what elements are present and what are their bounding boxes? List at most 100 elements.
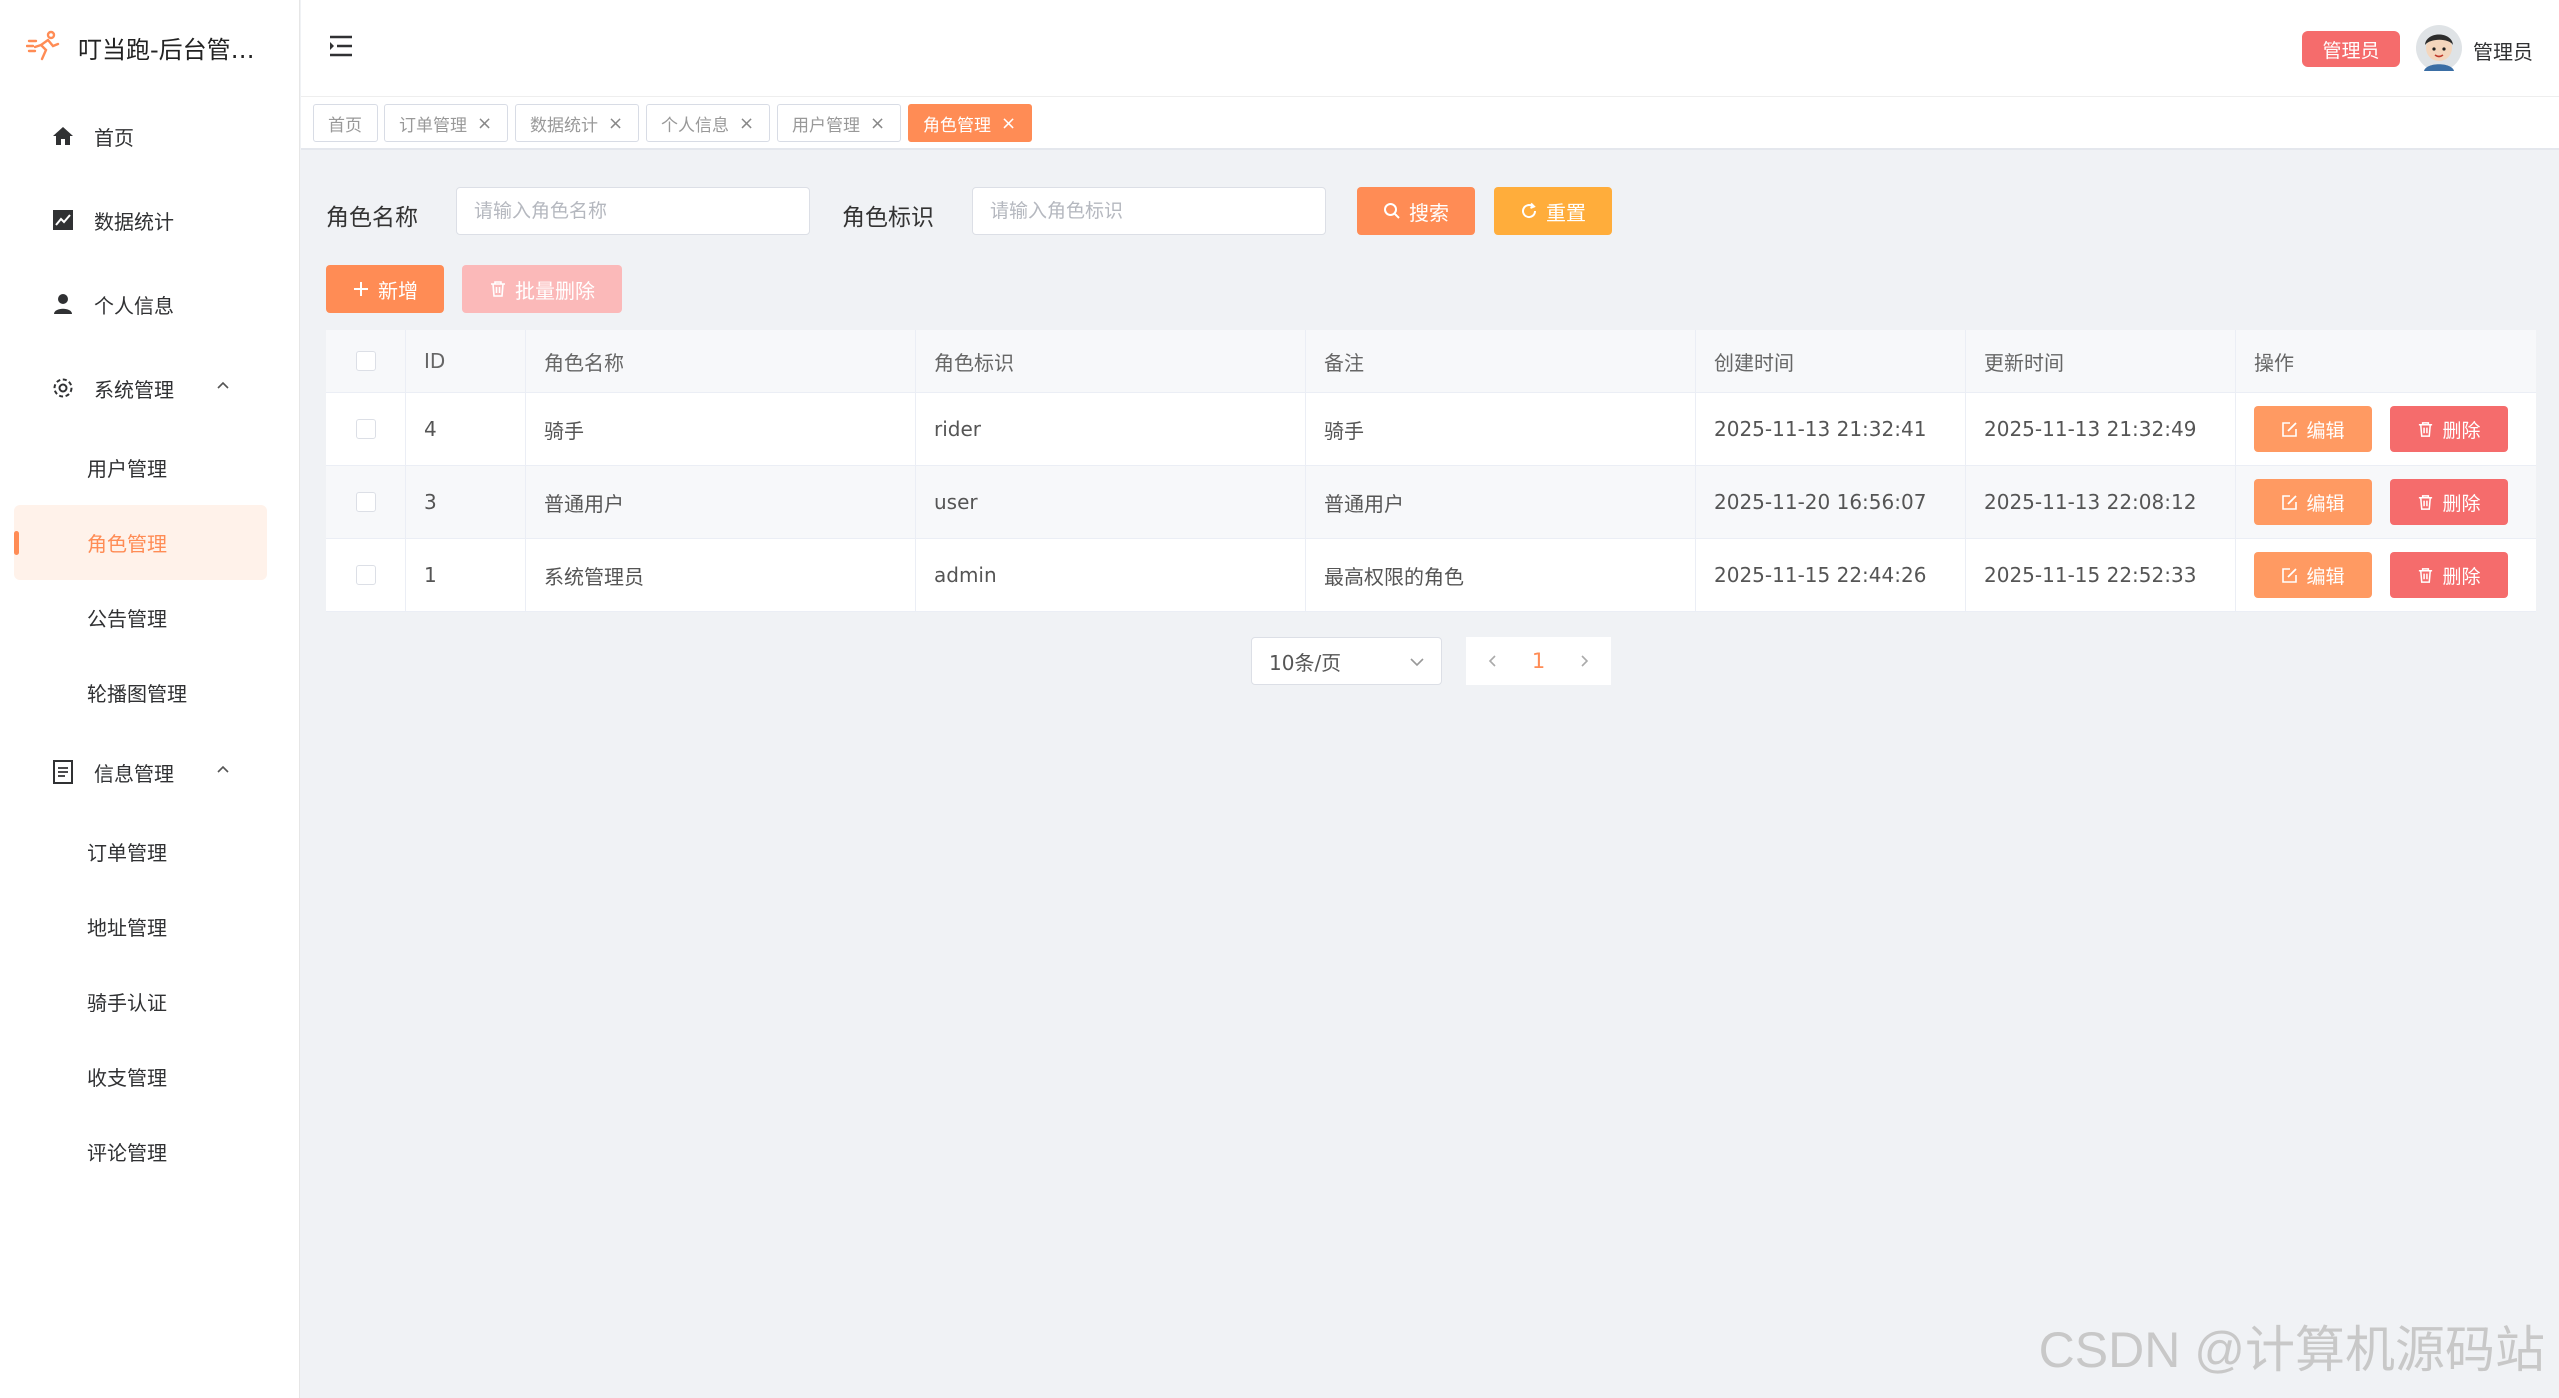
chevron-left-icon[interactable] <box>1486 654 1500 668</box>
close-icon[interactable]: × <box>739 113 754 134</box>
cell-role-name: 系统管理员 <box>526 539 916 611</box>
delete-button[interactable]: 删除 <box>2390 406 2508 452</box>
sidebar-item-label: 首页 <box>94 125 134 150</box>
cell-id: 3 <box>406 466 526 538</box>
user-name[interactable]: 管理员 <box>2473 36 2533 65</box>
sidebar-item-label: 轮播图管理 <box>87 682 187 706</box>
sidebar-item-home[interactable]: 首页 <box>0 94 299 178</box>
tab-label: 个人信息 <box>661 115 729 136</box>
reset-button[interactable]: 重置 <box>1494 187 1612 235</box>
edit-icon <box>2282 494 2298 510</box>
edit-button[interactable]: 编辑 <box>2254 552 2372 598</box>
app-title: 叮当跑-后台管… <box>78 35 255 64</box>
role-name-input[interactable] <box>456 187 810 235</box>
sidebar-item-profile[interactable]: 个人信息 <box>0 262 299 346</box>
tab-stats[interactable]: 数据统计 × <box>515 104 639 142</box>
cell-role-name: 普通用户 <box>526 466 916 538</box>
close-icon[interactable]: × <box>608 113 623 134</box>
select-all-checkbox[interactable] <box>355 351 376 371</box>
cell-remark: 骑手 <box>1306 393 1696 465</box>
tab-users[interactable]: 用户管理 × <box>777 104 901 142</box>
edit-button[interactable]: 编辑 <box>2254 406 2372 452</box>
sidebar-item-notices[interactable]: 公告管理 <box>0 580 299 655</box>
tab-profile[interactable]: 个人信息 × <box>646 104 770 142</box>
table-row: 3 普通用户 user 普通用户 2025-11-20 16:56:07 202… <box>326 466 2536 539</box>
sidebar-item-label: 信息管理 <box>94 761 174 786</box>
row-checkbox[interactable] <box>355 419 376 439</box>
role-name-label: 角色名称 <box>326 205 418 231</box>
delete-button[interactable]: 删除 <box>2390 552 2508 598</box>
top-header <box>301 0 2559 96</box>
row-checkbox[interactable] <box>355 565 376 585</box>
sidebar: 叮当跑-后台管… 首页 数据统计 个人信息 系统管理 用户管理 角色管理 公告管… <box>0 0 300 1398</box>
avatar[interactable] <box>2416 25 2462 71</box>
select-all-cell <box>326 330 406 392</box>
role-badge: 管理员 <box>2302 31 2400 67</box>
delete-button-label: 删除 <box>2442 492 2481 515</box>
cell-id: 4 <box>406 393 526 465</box>
close-icon[interactable]: × <box>477 113 492 134</box>
sidebar-item-orders[interactable]: 订单管理 <box>0 814 299 889</box>
add-button[interactable]: 新增 <box>326 265 444 313</box>
page-size-select[interactable]: 10条/页 <box>1251 637 1442 685</box>
tab-label: 订单管理 <box>399 115 467 136</box>
roles-table: ID 角色名称 角色标识 备注 创建时间 更新时间 操作 4 骑手 rider … <box>326 330 2536 612</box>
cell-role-code: rider <box>916 393 1306 465</box>
cell-updated: 2025-11-15 22:52:33 <box>1966 539 2236 611</box>
tab-roles[interactable]: 角色管理 × <box>908 104 1032 142</box>
chart-icon <box>50 207 76 233</box>
page-size-value: 10条/页 <box>1269 650 1342 675</box>
add-button-label: 新增 <box>378 278 418 303</box>
edit-icon <box>2282 421 2298 437</box>
chevron-right-icon[interactable] <box>1577 654 1591 668</box>
cell-created: 2025-11-20 16:56:07 <box>1696 466 1966 538</box>
column-header: 更新时间 <box>1966 330 2236 392</box>
delete-button[interactable]: 删除 <box>2390 479 2508 525</box>
sidebar-item-rider-auth[interactable]: 骑手认证 <box>0 964 299 1039</box>
row-checkbox[interactable] <box>355 492 376 512</box>
side-menu: 首页 数据统计 个人信息 系统管理 用户管理 角色管理 公告管理 轮播图管理 信… <box>0 94 299 1189</box>
close-icon[interactable]: × <box>1001 113 1016 134</box>
sidebar-item-label: 订单管理 <box>87 841 167 865</box>
edit-button-label: 编辑 <box>2306 492 2345 515</box>
chevron-up-icon <box>217 381 229 389</box>
sidebar-item-users[interactable]: 用户管理 <box>0 430 299 505</box>
cell-updated: 2025-11-13 21:32:49 <box>1966 393 2236 465</box>
brand: 叮当跑-后台管… <box>0 0 299 94</box>
role-code-input[interactable] <box>972 187 1326 235</box>
edit-icon <box>2282 567 2298 583</box>
tab-home[interactable]: 首页 <box>313 104 378 142</box>
chevron-up-icon <box>217 765 229 773</box>
home-icon <box>50 123 76 149</box>
column-header: 备注 <box>1306 330 1696 392</box>
tab-orders[interactable]: 订单管理 × <box>384 104 508 142</box>
sidebar-item-label: 公告管理 <box>87 607 167 631</box>
menu-fold-icon[interactable] <box>328 34 354 58</box>
reset-button-label: 重置 <box>1546 200 1586 225</box>
cell-role-code: user <box>916 466 1306 538</box>
plus-icon <box>354 282 368 296</box>
cell-actions: 编辑 删除 <box>2236 539 2536 611</box>
trash-icon <box>2419 567 2433 583</box>
sidebar-item-label: 骑手认证 <box>87 991 167 1015</box>
sidebar-item-stats[interactable]: 数据统计 <box>0 178 299 262</box>
sidebar-item-label: 评论管理 <box>87 1141 167 1165</box>
sidebar-item-carousel[interactable]: 轮播图管理 <box>0 655 299 730</box>
cell-actions: 编辑 删除 <box>2236 393 2536 465</box>
document-icon <box>50 759 76 785</box>
sidebar-item-info[interactable]: 信息管理 <box>0 730 299 814</box>
sidebar-item-finance[interactable]: 收支管理 <box>0 1039 299 1114</box>
search-button[interactable]: 搜索 <box>1357 187 1475 235</box>
page-number-current[interactable]: 1 <box>1532 649 1545 673</box>
cell-updated: 2025-11-13 22:08:12 <box>1966 466 2236 538</box>
sidebar-item-address[interactable]: 地址管理 <box>0 889 299 964</box>
row-select-cell <box>326 393 406 465</box>
sidebar-item-system[interactable]: 系统管理 <box>0 346 299 430</box>
close-icon[interactable]: × <box>870 113 885 134</box>
sidebar-item-comments[interactable]: 评论管理 <box>0 1114 299 1189</box>
sidebar-item-roles[interactable]: 角色管理 <box>14 505 267 580</box>
cell-id: 1 <box>406 539 526 611</box>
batch-delete-button[interactable]: 批量删除 <box>462 265 622 313</box>
edit-button[interactable]: 编辑 <box>2254 479 2372 525</box>
edit-button-label: 编辑 <box>2306 565 2345 588</box>
